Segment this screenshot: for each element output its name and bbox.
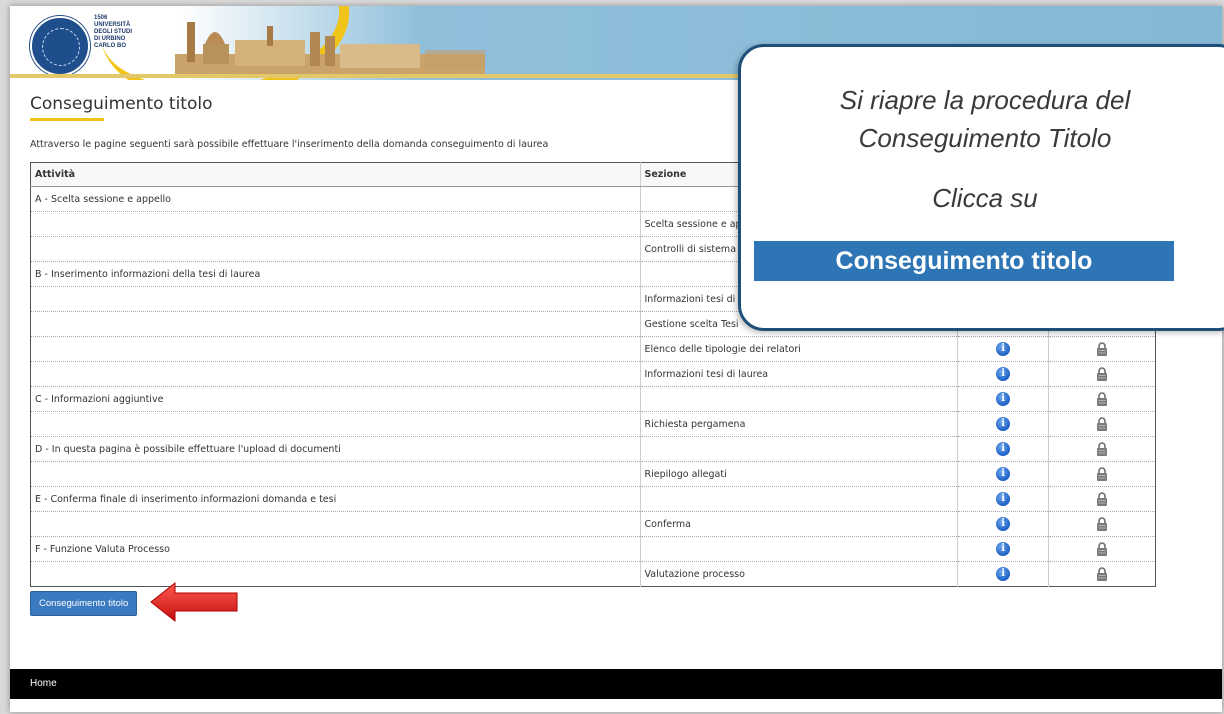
info-icon[interactable]: i (996, 492, 1011, 506)
status-cell (1048, 511, 1156, 537)
info-cell: i (957, 561, 1050, 587)
table-row: Elenco delle tipologie dei relatori i (30, 336, 1156, 362)
table-row: Informazioni tesi di laurea i (30, 361, 1156, 387)
university-seal-logo[interactable] (30, 16, 90, 76)
section-cell: Elenco delle tipologie dei relatori (640, 336, 959, 362)
city-skyline-image (175, 22, 485, 76)
status-cell (1049, 562, 1156, 587)
lock-icon (1096, 342, 1108, 356)
callout-line-3: Clicca su (932, 183, 1038, 213)
info-icon[interactable]: i (996, 517, 1011, 531)
info-cell: i (957, 386, 1050, 412)
info-cell: i (957, 461, 1050, 487)
table-row: D - In questa pagina è possibile effettu… (30, 436, 1156, 462)
column-header-activity: Attività (30, 162, 641, 187)
section-cell: Valutazione processo (640, 561, 959, 587)
activity-cell: D - In questa pagina è possibile effettu… (30, 436, 641, 462)
activity-cell (30, 211, 641, 237)
lock-icon (1096, 442, 1108, 456)
lock-icon (1096, 417, 1108, 431)
info-icon[interactable]: i (996, 542, 1011, 556)
lock-icon (1096, 367, 1108, 381)
status-cell (1048, 486, 1156, 512)
table-row: C - Informazioni aggiuntive i (30, 386, 1156, 412)
table-row: Richiesta pergamena i (30, 411, 1156, 437)
activity-cell (30, 561, 641, 587)
section-cell: Richiesta pergamena (640, 411, 959, 437)
section-cell (640, 386, 959, 412)
section-cell: Riepilogo allegati (640, 461, 959, 487)
status-cell (1048, 386, 1156, 412)
activity-cell: E - Conferma finale di inserimento infor… (30, 486, 641, 512)
section-cell: Informazioni tesi di laurea (640, 361, 959, 387)
info-icon[interactable]: i (996, 417, 1011, 431)
info-icon[interactable]: i (996, 442, 1011, 456)
status-cell (1048, 361, 1156, 387)
table-row: E - Conferma finale di inserimento infor… (30, 486, 1156, 512)
footer-home-link[interactable]: Home (30, 678, 57, 689)
activity-cell (30, 361, 641, 387)
info-icon[interactable]: i (996, 467, 1011, 481)
info-cell: i (957, 486, 1050, 512)
activity-cell (30, 511, 641, 537)
section-cell: Conferma (640, 511, 959, 537)
status-cell (1048, 411, 1156, 437)
callout-line-2: Conseguimento Titolo (858, 123, 1112, 153)
logo-text: UNIVERSITÀ DEGLI STUDI DI URBINO CARLO B… (94, 22, 133, 49)
info-cell: i (957, 361, 1050, 387)
info-icon[interactable]: i (996, 567, 1011, 581)
table-row: Riepilogo allegati i (30, 461, 1156, 487)
table-row: F - Funzione Valuta Processo i (30, 536, 1156, 562)
callout-highlight: Conseguimento titolo (754, 241, 1174, 281)
conseguimento-titolo-button[interactable]: Conseguimento titolo (30, 591, 138, 616)
info-cell: i (957, 411, 1050, 437)
activity-cell (30, 336, 641, 362)
lock-icon (1096, 517, 1108, 531)
table-row: Conferma i (30, 511, 1156, 537)
activity-cell: F - Funzione Valuta Processo (30, 536, 641, 562)
info-cell: i (957, 536, 1050, 562)
status-cell (1048, 461, 1156, 487)
info-cell: i (957, 436, 1050, 462)
activity-cell (30, 461, 641, 487)
title-underline (30, 118, 104, 121)
activity-cell: A - Scelta sessione e appello (30, 186, 641, 212)
footer-bar: Home (10, 669, 1222, 699)
logo-year: 1506 (94, 15, 108, 21)
info-cell: i (957, 336, 1050, 362)
info-icon[interactable]: i (996, 342, 1011, 356)
lock-icon (1096, 492, 1108, 506)
info-icon[interactable]: i (996, 392, 1011, 406)
lock-icon (1096, 542, 1108, 556)
lock-icon (1096, 467, 1108, 481)
info-icon[interactable]: i (996, 367, 1011, 381)
activity-cell (30, 286, 641, 312)
lock-icon (1096, 567, 1108, 581)
red-arrow-pointer (150, 581, 238, 623)
section-cell (640, 436, 959, 462)
status-cell (1048, 436, 1156, 462)
status-cell (1048, 336, 1156, 362)
activity-cell (30, 411, 641, 437)
page-title: Conseguimento titolo (30, 94, 213, 114)
status-cell (1048, 536, 1156, 562)
activity-cell (30, 236, 641, 262)
section-cell (640, 536, 959, 562)
activity-cell: B - Inserimento informazioni della tesi … (30, 261, 641, 287)
lock-icon (1096, 392, 1108, 406)
intro-text: Attraverso le pagine seguenti sarà possi… (30, 139, 549, 150)
section-cell (640, 486, 959, 512)
activity-cell: C - Informazioni aggiuntive (30, 386, 641, 412)
info-cell: i (957, 511, 1050, 537)
callout-line-1: Si riapre la procedura del (839, 85, 1131, 115)
activity-cell (30, 311, 641, 337)
tutorial-callout: Si riapre la procedura del Conseguimento… (738, 44, 1224, 331)
